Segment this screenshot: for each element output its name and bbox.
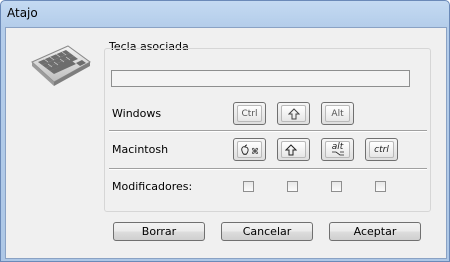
cancel-button[interactable]: Cancelar — [221, 222, 313, 241]
mac-command-toggle[interactable]: ⌘ — [233, 138, 266, 161]
modifiers-label: Modificadores: — [112, 180, 193, 193]
windows-label: Windows — [112, 107, 162, 120]
shift-icon — [281, 105, 306, 122]
svg-text:⌘: ⌘ — [251, 147, 259, 156]
modifier-checkbox-1[interactable] — [243, 181, 254, 192]
mac-option-icon: alt — [325, 141, 350, 158]
windows-ctrl-toggle[interactable]: Ctrl — [233, 102, 266, 125]
mac-shift-toggle[interactable] — [277, 138, 310, 161]
shortcut-field[interactable] — [111, 70, 410, 87]
ctrl-key-label: Ctrl — [237, 105, 262, 122]
title-bar[interactable]: Atajo — [1, 1, 449, 27]
window-title: Atajo — [7, 6, 38, 20]
windows-alt-toggle[interactable]: Alt — [321, 102, 354, 125]
separator-1 — [109, 130, 427, 132]
separator-2 — [109, 168, 427, 170]
keyboard-icon — [31, 45, 91, 86]
mac-ctrl-label: ctrl — [369, 141, 394, 158]
dialog-window: Atajo Tecla asociada Windows Ctrl Alt Ma… — [0, 0, 450, 262]
clear-button[interactable]: Borrar — [113, 222, 205, 241]
macintosh-label: Macintosh — [112, 143, 169, 156]
modifier-checkbox-2[interactable] — [287, 181, 298, 192]
apple-command-icon: ⌘ — [237, 141, 262, 158]
mac-ctrl-toggle[interactable]: ctrl — [365, 138, 398, 161]
mac-alt-label: alt — [331, 142, 344, 152]
mac-alt-toggle[interactable]: alt — [321, 138, 354, 161]
accept-button[interactable]: Aceptar — [329, 222, 421, 241]
modifier-checkbox-3[interactable] — [331, 181, 342, 192]
dialog-content: Tecla asociada Windows Ctrl Alt Macintos… — [5, 27, 447, 259]
modifier-checkbox-4[interactable] — [375, 181, 386, 192]
mac-shift-icon — [281, 141, 306, 158]
alt-key-label: Alt — [325, 105, 350, 122]
windows-shift-toggle[interactable] — [277, 102, 310, 125]
